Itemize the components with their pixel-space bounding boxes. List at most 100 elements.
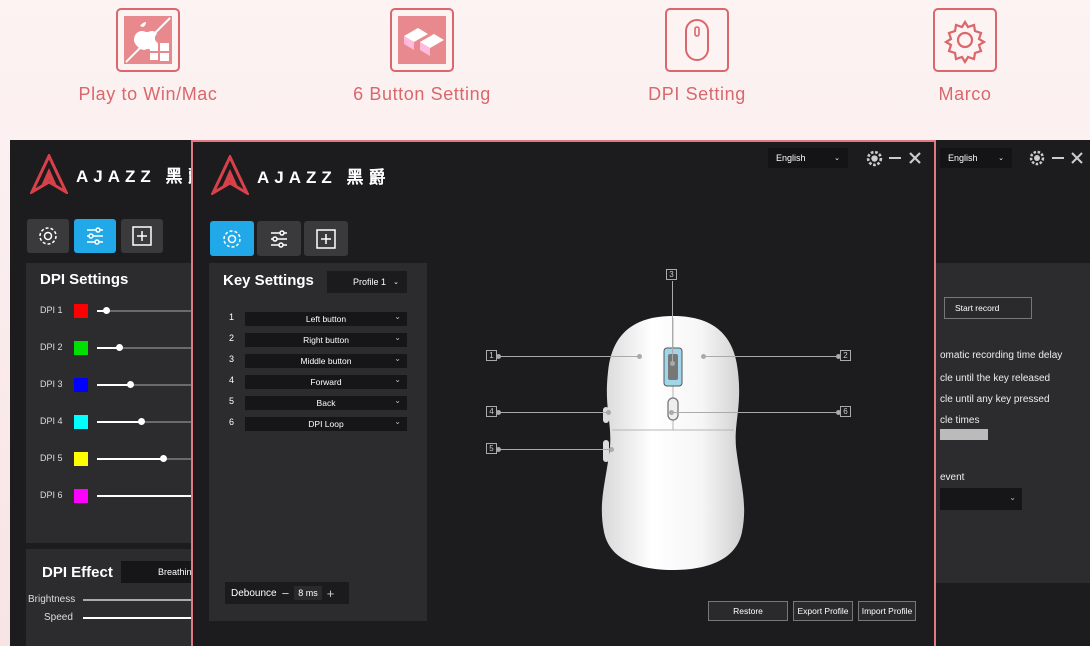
chevron-down-icon: ⌄ [394, 354, 401, 363]
feature-marco: Marco [855, 8, 1075, 105]
cycle-times-input[interactable] [940, 429, 988, 440]
tab-settings[interactable] [27, 219, 69, 253]
brightness-slider[interactable] [83, 599, 196, 601]
tab-macro[interactable] [121, 219, 163, 253]
sliders-icon [271, 229, 287, 248]
slider-knob[interactable] [160, 455, 167, 462]
callout-dot [701, 354, 706, 359]
key-row: 3 Middle button ⌄ [229, 354, 407, 368]
feature-label: Marco [938, 84, 992, 104]
ajazz-logo: AJAZZ 黑爵 [211, 155, 391, 195]
apple-windows-icon [116, 8, 180, 72]
profile-value: Profile 1 [353, 277, 387, 287]
feature-label: DPI Setting [648, 84, 746, 104]
debounce-label: Debounce [231, 587, 277, 599]
key-action-select[interactable]: Middle button ⌄ [245, 354, 407, 368]
dpi-label: DPI 6 [40, 490, 63, 500]
dpi-color-swatch[interactable] [74, 304, 88, 318]
feature-play-to-win-mac: Play to Win/Mac [38, 8, 258, 105]
debounce-value: 8 ms [294, 586, 322, 600]
chevron-down-icon: ⌄ [394, 417, 401, 426]
callout-dot [496, 410, 501, 415]
chevron-down-icon: ⌄ [394, 312, 401, 321]
gear-icon[interactable] [1028, 149, 1046, 167]
key-number: 1 [229, 312, 235, 322]
dpi-row: DPI 5 [40, 451, 210, 467]
key-settings-panel: Key Settings Profile 1 ⌄ 1 Left button ⌄ 2 R… [209, 263, 427, 621]
slider-knob[interactable] [138, 418, 145, 425]
brightness-label: Brightness [28, 594, 76, 605]
slider-knob[interactable] [116, 344, 123, 351]
profile-select[interactable]: Profile 1 ⌄ [327, 271, 407, 293]
dpi-color-swatch[interactable] [74, 415, 88, 429]
keycaps-icon [390, 8, 454, 72]
speed-slider[interactable] [83, 617, 196, 619]
macro-option[interactable]: cle until any key pressed [940, 394, 1050, 405]
callout-dot [836, 354, 841, 359]
panel-title: DPI Effect [42, 564, 113, 581]
chevron-down-icon: ⌄ [394, 396, 401, 405]
callout-dot [496, 447, 501, 452]
tab-dpi[interactable] [74, 219, 116, 253]
speed-label: Speed [44, 612, 73, 623]
language-select[interactable]: English ⌄ [768, 148, 848, 168]
key-action-select[interactable]: DPI Loop ⌄ [245, 417, 407, 431]
callout-dot [637, 354, 642, 359]
callout-dot [496, 354, 501, 359]
dpi-settings-panel: DPI Settings DPI 1 DPI 2 DPI 3 DPI 4 DPI 5 DP… [26, 263, 207, 543]
macro-option[interactable]: omatic recording time delay [940, 350, 1062, 361]
callout-line [498, 356, 639, 357]
tab-macro[interactable] [304, 221, 348, 256]
gear-icon [933, 8, 997, 72]
key-number: 6 [229, 417, 235, 427]
key-number: 3 [229, 354, 235, 364]
callout-line [498, 412, 608, 413]
key-number: 4 [229, 375, 235, 385]
key-number: 5 [229, 396, 235, 406]
macro-option[interactable]: cle until the key released [940, 373, 1050, 384]
decrease-button[interactable]: − [277, 586, 295, 601]
dpi-effect-panel: DPI Effect Breathing Brightness Speed [26, 549, 197, 646]
start-record-button[interactable]: Start record [944, 297, 1032, 319]
import-profile-button[interactable]: Import Profile [858, 601, 916, 621]
dpi-row: DPI 2 [40, 340, 210, 356]
close-icon[interactable] [907, 148, 923, 168]
minimize-icon[interactable] [1050, 149, 1066, 167]
callout-dot [670, 361, 675, 366]
tab-settings[interactable] [210, 221, 254, 256]
gear-icon [39, 227, 57, 245]
debounce-control: Debounce − 8 ms + [225, 582, 349, 604]
gear-icon[interactable] [865, 148, 883, 168]
key-action-select[interactable]: Back ⌄ [245, 396, 407, 410]
feature-6-button-setting: 6 Button Setting [312, 8, 532, 105]
minimize-icon[interactable] [887, 148, 903, 168]
event-label: event [940, 472, 965, 483]
close-icon[interactable] [1069, 149, 1085, 167]
key-action-value: Middle button [300, 356, 352, 366]
dpi-color-swatch[interactable] [74, 489, 88, 503]
dpi-label: DPI 4 [40, 416, 63, 426]
dpi-color-swatch[interactable] [74, 452, 88, 466]
tab-dpi[interactable] [257, 221, 301, 256]
effect-mode-select[interactable]: Breathing [121, 561, 197, 583]
dpi-row: DPI 3 [40, 377, 210, 393]
increase-button[interactable]: + [322, 586, 340, 601]
key-action-select[interactable]: Left button ⌄ [245, 312, 407, 326]
dpi-color-swatch[interactable] [74, 341, 88, 355]
slider-knob[interactable] [127, 381, 134, 388]
slider-knob[interactable] [103, 307, 110, 314]
callout-line [672, 281, 673, 363]
event-select[interactable]: ⌄ [940, 488, 1022, 510]
ajazz-logo: AJAZZ 黑爵 [30, 154, 210, 194]
restore-button[interactable]: Restore [708, 601, 788, 621]
export-profile-button[interactable]: Export Profile [793, 601, 853, 621]
dpi-row: DPI 1 [40, 303, 210, 319]
key-action-select[interactable]: Forward ⌄ [245, 375, 407, 389]
key-action-value: Right button [303, 335, 349, 345]
sliders-icon [87, 227, 103, 245]
feature-strip: Play to Win/Mac 6 Button Setting DPI Set… [0, 0, 1090, 140]
dpi-color-swatch[interactable] [74, 378, 88, 392]
macro-option[interactable]: cle times [940, 415, 979, 426]
key-action-select[interactable]: Right button ⌄ [245, 333, 407, 347]
language-select[interactable]: English ⌄ [940, 148, 1012, 168]
